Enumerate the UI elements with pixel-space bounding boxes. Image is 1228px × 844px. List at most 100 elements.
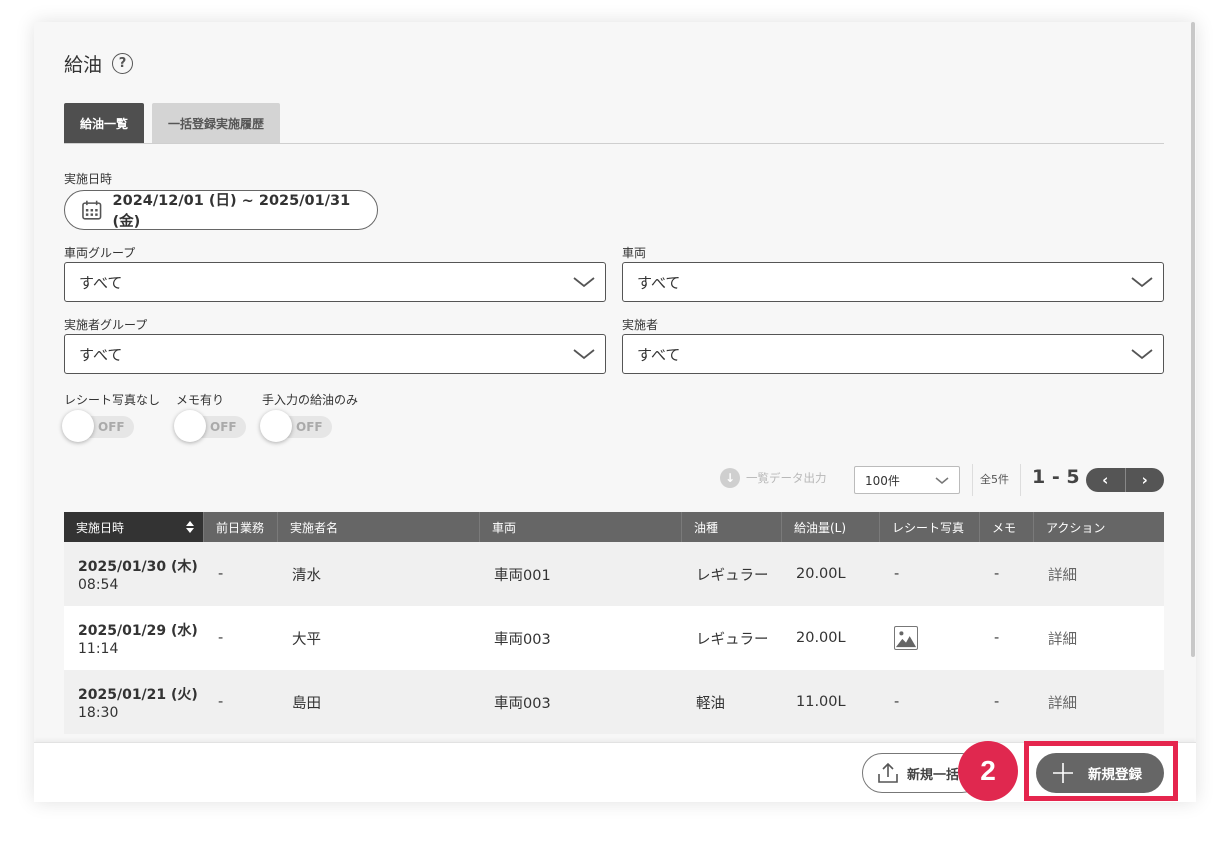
memo-cell: -: [994, 694, 1000, 710]
pagination: ‹ ›: [1086, 468, 1164, 492]
col-receipt: レシート写真: [880, 512, 980, 542]
toggle-has-memo-label: メモ有り: [176, 393, 225, 407]
table-row: 2025/01/21 (火) 18:30 - 島田 車両003 軽油 11.00…: [64, 670, 1164, 734]
time: 11:14: [78, 640, 119, 657]
col-operator: 実施者名: [278, 512, 480, 542]
total-count: 全5件: [980, 473, 1009, 486]
fuel-cell: 軽油: [696, 695, 725, 712]
toggle-state: OFF: [98, 420, 125, 434]
per-page-select[interactable]: 100件: [854, 466, 960, 494]
vehicle-cell: 車両003: [494, 695, 551, 712]
date: 2025/01/21 (火): [78, 686, 198, 703]
table-row: 2025/01/29 (水) 11:14 - 大平 車両003 レギュラー 20…: [64, 606, 1164, 670]
toggle-no-receipt-label: レシート写真なし: [64, 393, 161, 407]
chevron-down-icon: [1131, 349, 1153, 360]
receipt-cell: [880, 606, 980, 670]
detail-link[interactable]: 詳細: [1034, 542, 1164, 606]
date-cell: 2025/01/30 (木) 08:54: [64, 542, 204, 606]
scrollbar[interactable]: [1190, 22, 1196, 662]
scrollbar-thumb[interactable]: [1191, 22, 1195, 657]
col-fuel-type: 油種: [682, 512, 782, 542]
help-icon[interactable]: ?: [112, 53, 134, 74]
col-date[interactable]: 実施日時: [64, 512, 204, 542]
refuel-table: 実施日時 前日業務 実施者名 車両 油種 給油量(L) レシート写真 メモ アク…: [64, 512, 1164, 734]
divider: [1020, 464, 1021, 496]
next-page-button[interactable]: ›: [1124, 468, 1165, 492]
prev-work-cell: -: [218, 630, 224, 646]
footer-bar: 新規一括 新規登録: [34, 742, 1196, 802]
vehicle-cell: 車両003: [494, 631, 551, 648]
tab-refuel-list[interactable]: 給油一覧: [64, 103, 144, 143]
date-range-picker[interactable]: 2024/12/01 (日) ~ 2025/01/31 (金): [64, 190, 378, 230]
prev-work-cell: -: [218, 566, 224, 582]
page-title: 給油 ?: [64, 50, 134, 77]
bulk-register-label: 新規一括: [907, 767, 960, 783]
operator-label: 実施者: [622, 318, 659, 332]
detail-link[interactable]: 詳細: [1034, 670, 1164, 734]
tab-bar: 給油一覧 一括登録実施履歴: [64, 103, 280, 143]
time: 08:54: [78, 576, 119, 593]
fuel-cell: レギュラー: [696, 631, 769, 648]
toggle-manual-only-label: 手入力の給油のみ: [262, 393, 359, 407]
operator-cell: 大平: [292, 631, 321, 648]
col-action: アクション: [1046, 520, 1106, 535]
per-page-value: 100件: [865, 473, 900, 488]
divider: [972, 464, 973, 496]
calendar-icon: [82, 200, 102, 220]
vehicle-group-value: すべて: [79, 273, 123, 292]
operator-group-select[interactable]: すべて: [64, 334, 606, 374]
vehicle-value: すべて: [637, 273, 681, 292]
operator-value: すべて: [637, 345, 681, 364]
amount-cell: 20.00L: [796, 630, 846, 646]
upload-icon: [878, 762, 898, 783]
col-vehicle: 車両: [480, 512, 682, 542]
page-range: 1 - 5: [1032, 466, 1080, 488]
col-memo: メモ: [980, 512, 1034, 542]
prev-page-button[interactable]: ‹: [1086, 468, 1125, 492]
date-range-text: 2024/12/01 (日) ~ 2025/01/31 (金): [112, 193, 351, 230]
download-icon: ↓: [720, 468, 740, 488]
detail-link[interactable]: 詳細: [1034, 606, 1164, 670]
vehicle-cell: 車両001: [494, 567, 551, 584]
memo-cell: -: [994, 566, 1000, 582]
sort-icon: [186, 521, 194, 533]
toggle-state: OFF: [210, 420, 237, 434]
app-window: 給油 ? 給油一覧 一括登録実施履歴 実施日時 2024/12/01 (日) ~…: [34, 22, 1196, 802]
export-button[interactable]: ↓ 一覧データ出力: [720, 468, 827, 488]
photo-icon[interactable]: [894, 626, 918, 650]
date: 2025/01/29 (水): [78, 622, 198, 639]
amount-cell: 20.00L: [796, 566, 846, 582]
operator-cell: 島田: [292, 695, 321, 712]
chevron-down-icon: [1131, 277, 1153, 288]
vehicle-group-select[interactable]: すべて: [64, 262, 606, 302]
col-date-label: 実施日時: [76, 520, 125, 535]
col-prev-work: 前日業務: [204, 512, 278, 542]
time: 18:30: [78, 704, 119, 721]
operator-cell: 清水: [292, 567, 321, 584]
vehicle-select[interactable]: すべて: [622, 262, 1164, 302]
operator-select[interactable]: すべて: [622, 334, 1164, 374]
chevron-down-icon: [573, 349, 595, 360]
page-title-text: 給油: [64, 54, 103, 76]
table-row: 2025/01/30 (木) 08:54 - 清水 車両001 レギュラー 20…: [64, 542, 1164, 606]
date-cell: 2025/01/29 (水) 11:14: [64, 606, 204, 670]
amount-cell: 11.00L: [796, 694, 846, 710]
receipt-cell: -: [894, 694, 900, 710]
date-label: 実施日時: [64, 172, 113, 186]
toggle-has-memo[interactable]: OFF: [174, 410, 246, 442]
toggle-manual-only[interactable]: OFF: [260, 410, 332, 442]
highlight-box: [1024, 741, 1178, 801]
date-cell: 2025/01/21 (火) 18:30: [64, 670, 204, 734]
toggle-no-receipt[interactable]: OFF: [62, 410, 134, 442]
tab-bulk-history[interactable]: 一括登録実施履歴: [152, 103, 280, 143]
vehicle-label: 車両: [622, 246, 647, 260]
memo-cell: -: [994, 630, 1000, 646]
toggle-state: OFF: [296, 420, 323, 434]
fuel-cell: レギュラー: [696, 567, 769, 584]
vehicle-group-label: 車両グループ: [64, 246, 136, 260]
receipt-cell: -: [894, 566, 900, 582]
tab-divider: [64, 143, 1164, 144]
prev-work-cell: -: [218, 694, 224, 710]
operator-group-label: 実施者グループ: [64, 318, 148, 332]
operator-group-value: すべて: [79, 345, 123, 364]
